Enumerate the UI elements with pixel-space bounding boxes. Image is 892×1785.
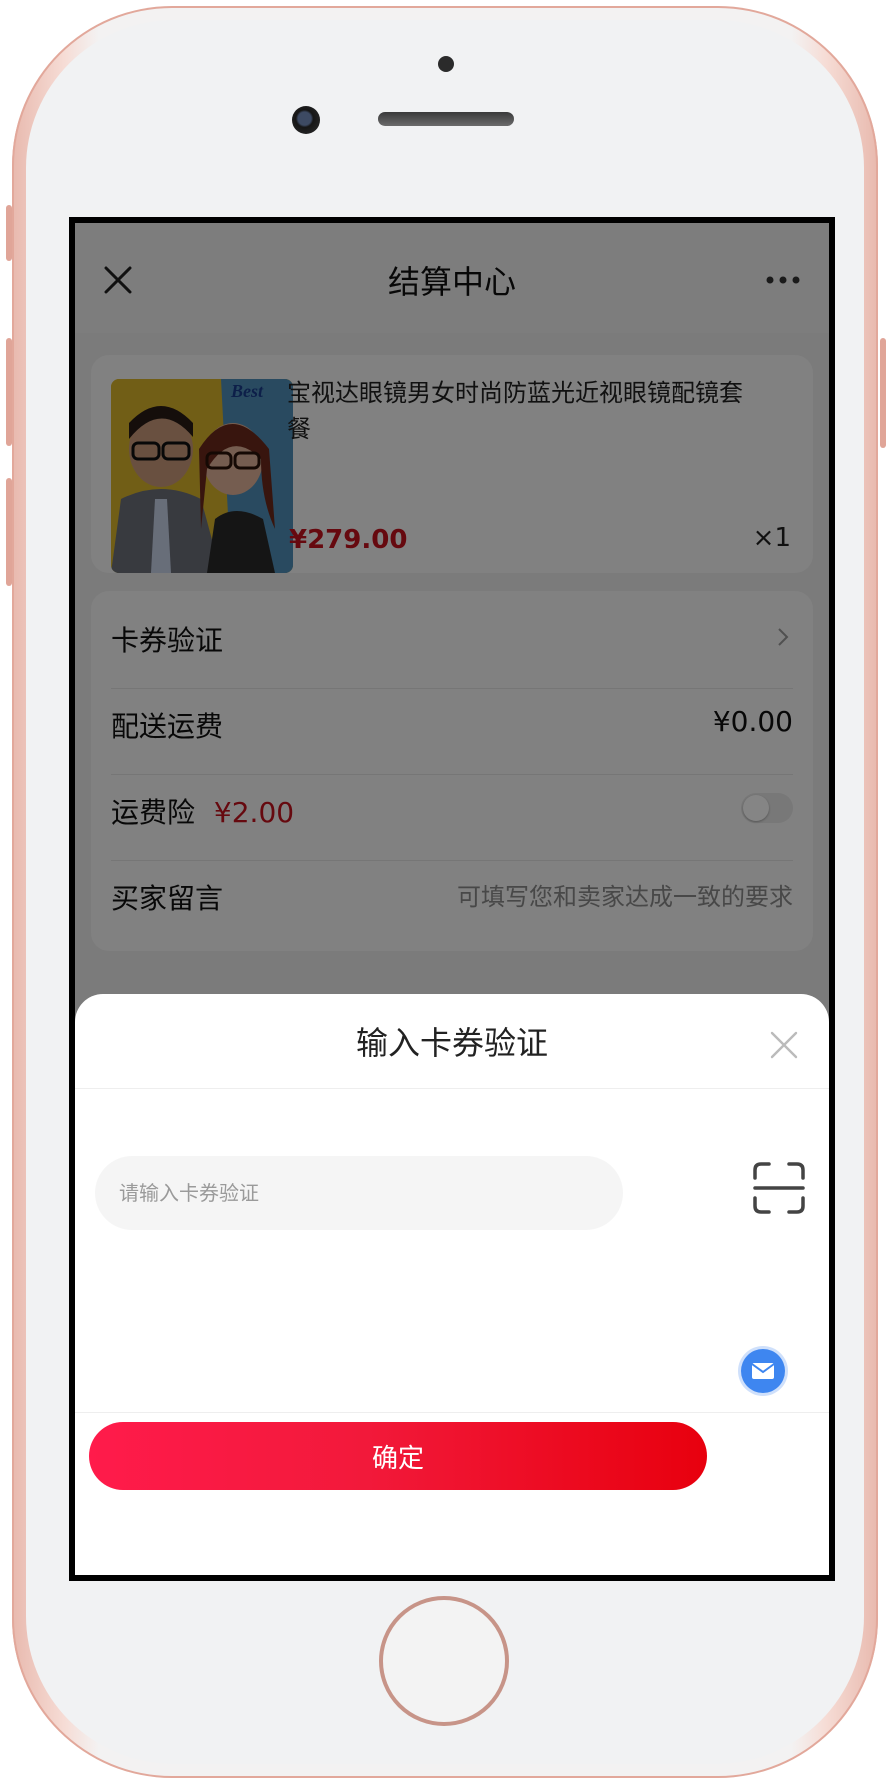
close-icon[interactable] — [769, 1030, 799, 1060]
scan-icon[interactable] — [753, 1162, 805, 1214]
volume-down-button — [6, 478, 12, 586]
coupon-code-input[interactable] — [95, 1156, 623, 1230]
volume-up-button — [6, 338, 12, 446]
confirm-button[interactable]: 确定 — [89, 1422, 707, 1490]
phone-screen: 结算中心 Best 宝视达眼镜男女时尚防蓝光近视眼镜配镜套餐 ¥279.00 ×… — [69, 217, 835, 1581]
power-button — [880, 338, 886, 448]
divider — [75, 1412, 829, 1413]
mail-icon — [751, 1363, 775, 1379]
earpiece-speaker — [378, 112, 514, 126]
sheet-title: 输入卡券验证 — [355, 1024, 548, 1062]
mute-switch — [6, 205, 12, 261]
proximity-sensor — [438, 56, 454, 72]
message-floating-button[interactable] — [741, 1349, 785, 1393]
home-button[interactable] — [379, 1596, 509, 1726]
front-camera — [292, 106, 320, 134]
divider — [75, 1088, 829, 1089]
coupon-sheet: 输入卡券验证 确定 — [75, 994, 829, 1575]
